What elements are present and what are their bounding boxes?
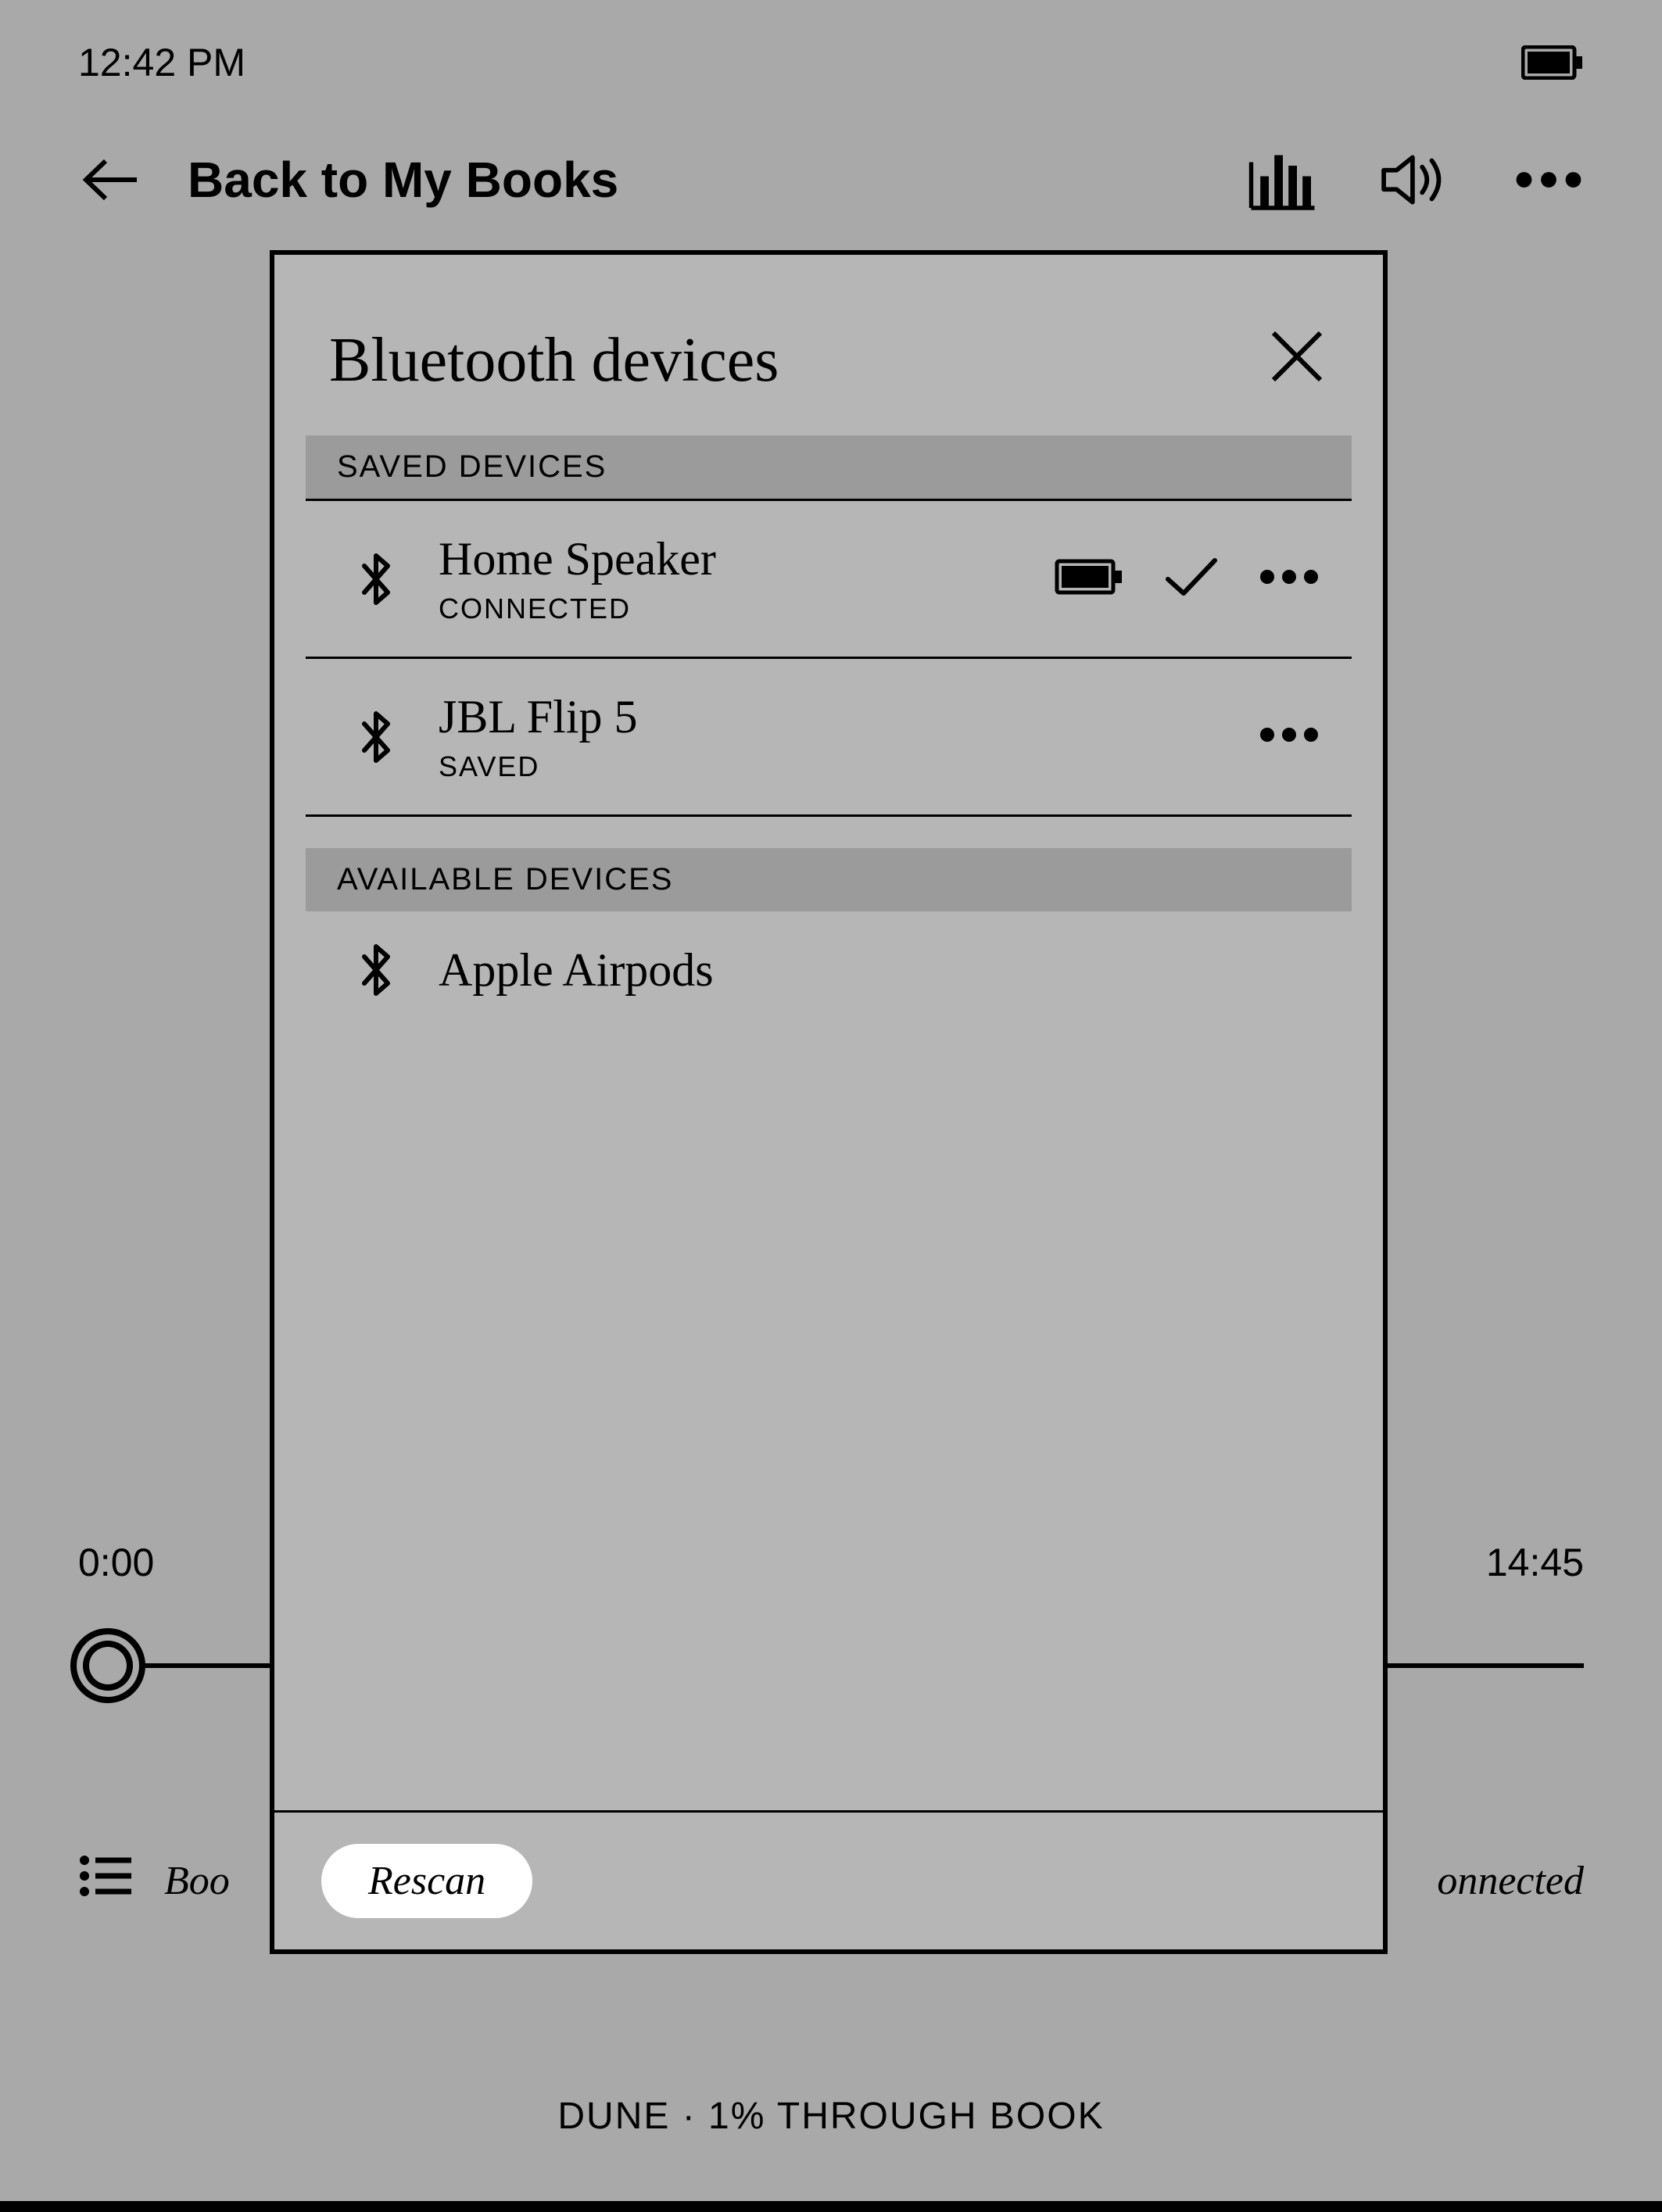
bluetooth-dialog: Bluetooth devices SAVED DEVICES Home Spe… bbox=[270, 250, 1388, 1954]
speaker-icon[interactable] bbox=[1381, 145, 1451, 215]
device-name: JBL Flip 5 bbox=[439, 690, 638, 744]
battery-icon bbox=[1521, 45, 1584, 80]
device-name: Home Speaker bbox=[439, 532, 716, 586]
more-icon[interactable] bbox=[1513, 145, 1584, 215]
bluetooth-icon bbox=[353, 710, 399, 764]
checkmark-icon bbox=[1164, 556, 1219, 603]
bluetooth-icon bbox=[353, 552, 399, 607]
close-icon[interactable] bbox=[1266, 325, 1328, 388]
rescan-button[interactable]: Rescan bbox=[321, 1844, 532, 1918]
bluetooth-icon bbox=[353, 943, 399, 997]
elapsed-time: 0:00 bbox=[78, 1540, 154, 1585]
device-more-icon[interactable] bbox=[1258, 567, 1320, 590]
device-more-icon[interactable] bbox=[1258, 725, 1320, 748]
available-device-row[interactable]: Apple Airpods bbox=[306, 911, 1352, 1029]
dialog-title: Bluetooth devices bbox=[329, 325, 779, 396]
device-battery-icon bbox=[1055, 557, 1125, 600]
bottom-right-text: onnected bbox=[1437, 1858, 1584, 1904]
device-name: Apple Airpods bbox=[439, 943, 714, 997]
saved-devices-header: SAVED DEVICES bbox=[306, 435, 1352, 501]
saved-device-row[interactable]: JBL Flip 5 SAVED bbox=[306, 659, 1352, 817]
device-frame-edge bbox=[0, 2201, 1662, 2212]
saved-device-row[interactable]: Home Speaker CONNECTED bbox=[306, 501, 1352, 659]
remaining-time: 14:45 bbox=[1486, 1540, 1584, 1585]
status-time: 12:42 PM bbox=[78, 40, 245, 85]
progress-thumb[interactable] bbox=[70, 1628, 145, 1703]
chapters-icon[interactable] bbox=[78, 1852, 133, 1910]
status-bar: 12:42 PM bbox=[0, 31, 1662, 94]
device-status: SAVED bbox=[439, 750, 638, 783]
available-devices-header: AVAILABLE DEVICES bbox=[306, 848, 1352, 911]
progress-footer: DUNE · 1% THROUGH BOOK bbox=[0, 2095, 1662, 2138]
back-title[interactable]: Back to My Books bbox=[188, 151, 618, 209]
top-nav: Back to My Books bbox=[0, 133, 1662, 227]
back-arrow-icon[interactable] bbox=[78, 149, 141, 211]
device-status: CONNECTED bbox=[439, 592, 716, 625]
equalizer-icon[interactable] bbox=[1248, 145, 1318, 215]
bottom-left-text: Boo bbox=[164, 1858, 230, 1904]
dialog-footer: Rescan bbox=[274, 1810, 1383, 1949]
